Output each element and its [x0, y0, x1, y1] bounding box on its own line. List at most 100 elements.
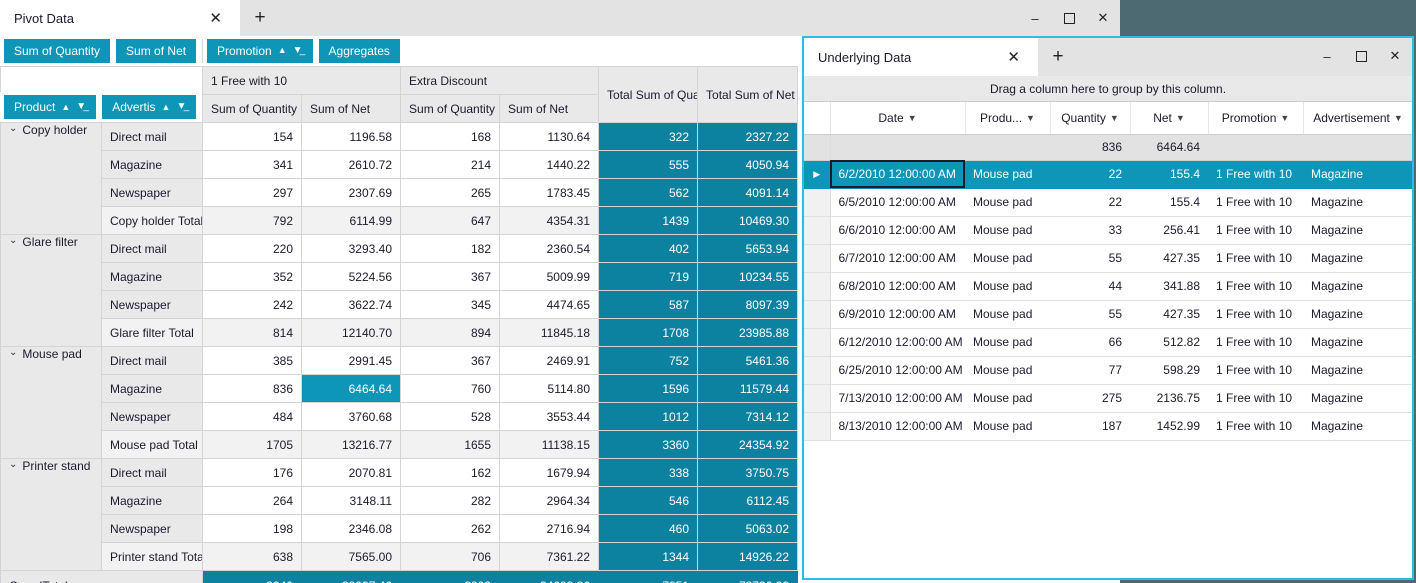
pivot-value-cell[interactable]: 198: [202, 514, 302, 543]
pivot-value-cell[interactable]: 3553.44: [499, 402, 600, 431]
cell-promotion[interactable]: 1 Free with 10: [1208, 384, 1303, 413]
chevron-down-icon[interactable]: ⌄: [9, 460, 17, 471]
table-row[interactable]: 6/7/2010 12:00:00 AM Mouse pad 55 427.35 1 F…: [804, 244, 1412, 273]
pivot-total-cell[interactable]: 587: [598, 290, 699, 319]
pivot-value-cell[interactable]: 2360.54: [499, 234, 600, 263]
pivot-value-cell[interactable]: 792: [202, 206, 302, 235]
cell-net[interactable]: 155.4: [1130, 160, 1208, 189]
cell-promotion[interactable]: 1 Free with 10: [1208, 356, 1303, 385]
field-button-aggregates[interactable]: Aggregates: [318, 38, 400, 63]
pivot-value-cell[interactable]: 7565.00: [300, 542, 402, 571]
row-indicator-arrow-icon[interactable]: [804, 272, 831, 301]
column-header-produ[interactable]: Produ... ▼: [965, 102, 1051, 135]
pivot-value-cell[interactable]: 6114.99: [300, 206, 402, 235]
pivot-total-cell[interactable]: 11579.44: [697, 374, 799, 403]
filter-icon[interactable]: ▼̲: [176, 102, 186, 112]
tab-underlying-data[interactable]: Underlying Data ✕: [804, 38, 1038, 76]
row-indicator-arrow-icon[interactable]: [804, 356, 831, 385]
chevron-down-icon[interactable]: ⌄: [9, 348, 17, 359]
pivot-row-label[interactable]: Magazine: [101, 486, 203, 515]
pivot-value-cell[interactable]: 3760.68: [300, 402, 402, 431]
cell-quantity[interactable]: 275: [1050, 384, 1130, 413]
pivot-value-cell[interactable]: 168: [400, 122, 501, 151]
pivot-value-cell[interactable]: 4474.65: [499, 290, 600, 319]
pivot-row[interactable]: ⌄ Glare filter Direct mail 220 3293.40 182 236…: [0, 234, 799, 347]
pivot-total-cell[interactable]: 5653.94: [697, 234, 799, 263]
pivot-grand-total-cell[interactable]: 3949: [202, 570, 302, 583]
cell-net[interactable]: 598.29: [1130, 356, 1208, 385]
row-indicator-arrow-icon[interactable]: [804, 188, 831, 217]
cell-advertisement[interactable]: Magazine: [1303, 216, 1412, 245]
cell-net[interactable]: 512.82: [1130, 328, 1208, 357]
filter-icon[interactable]: ▼: [1026, 113, 1035, 123]
cell-date[interactable]: 6/25/2010 12:00:00 AM: [830, 356, 965, 385]
pivot-value-cell[interactable]: 367: [400, 346, 501, 375]
pivot-total-cell[interactable]: 562: [598, 178, 699, 207]
column-group-1-free-with-10[interactable]: 1 Free with 10: [201, 66, 402, 95]
pivot-value-cell[interactable]: 214: [400, 150, 501, 179]
pivot-total-cell[interactable]: 322: [598, 122, 699, 151]
pivot-grand-total-cell[interactable]: 3902: [400, 570, 501, 583]
cell-promotion[interactable]: 1 Free with 10: [1208, 188, 1303, 217]
cell-advertisement[interactable]: Magazine: [1303, 160, 1412, 189]
pivot-total-cell[interactable]: 1708: [598, 318, 699, 347]
cell-date[interactable]: 8/13/2010 12:00:00 AM: [830, 412, 965, 441]
cell-promotion[interactable]: 1 Free with 10: [1208, 328, 1303, 357]
maximize-icon[interactable]: [1052, 0, 1086, 36]
cell-quantity[interactable]: 55: [1050, 244, 1130, 273]
pivot-value-cell[interactable]: 1440.22: [499, 150, 600, 179]
pivot-value-cell[interactable]: 2346.08: [300, 514, 402, 543]
pivot-row-label[interactable]: Glare filter Total: [101, 318, 203, 347]
pivot-row[interactable]: Magazine 341 2610.72 214 1440.22 555 4050.94: [1, 150, 799, 179]
pivot-row-label[interactable]: Direct mail: [101, 234, 203, 263]
cell-promotion[interactable]: 1 Free with 10: [1208, 272, 1303, 301]
table-row[interactable]: 6/5/2010 12:00:00 AM Mouse pad 22 155.4 1 Fr…: [804, 188, 1412, 217]
column-group-extra-discount[interactable]: Extra Discount: [400, 66, 600, 95]
pivot-value-cell[interactable]: 352: [202, 262, 302, 291]
pivot-total-cell[interactable]: 1012: [598, 402, 699, 431]
cell-net[interactable]: 427.35: [1130, 300, 1208, 329]
field-button-sum-of-quantity[interactable]: Sum of Quantity: [4, 38, 111, 63]
maximize-icon[interactable]: [1344, 38, 1378, 74]
pivot-value-cell[interactable]: 154: [202, 122, 302, 151]
filter-icon[interactable]: ▼: [1394, 113, 1403, 123]
pivot-total-cell[interactable]: 10469.30: [697, 206, 799, 235]
pivot-row[interactable]: Printer stand Total 638 7565.00 706 7361.22 1…: [1, 542, 799, 571]
cell-date[interactable]: 7/13/2010 12:00:00 AM: [830, 384, 965, 413]
pivot-total-cell[interactable]: 555: [598, 150, 699, 179]
cell-date[interactable]: 6/6/2010 12:00:00 AM: [830, 216, 965, 245]
pivot-total-cell[interactable]: 1344: [598, 542, 699, 571]
pivot-grand-total-row[interactable]: GrandTotal394939037.46390234698.86785173…: [0, 570, 799, 583]
pivot-total-cell[interactable]: 3360: [598, 430, 699, 459]
cell-advertisement[interactable]: Magazine: [1303, 356, 1412, 385]
pivot-value-cell[interactable]: 11138.15: [499, 430, 600, 459]
pivot-row[interactable]: Newspaper 242 3622.74 345 4474.65 587 8097.39: [1, 290, 799, 319]
pivot-grand-total-cell[interactable]: 73736.32: [697, 570, 799, 583]
pivot-value-cell[interactable]: 3293.40: [300, 234, 402, 263]
pivot-total-cell[interactable]: 1596: [598, 374, 699, 403]
pivot-value-cell[interactable]: 3622.74: [300, 290, 402, 319]
filter-icon[interactable]: ▼: [1176, 113, 1185, 123]
cell-product[interactable]: Mouse pad: [965, 244, 1050, 273]
pivot-value-cell[interactable]: 2307.69: [300, 178, 402, 207]
cell-advertisement[interactable]: Magazine: [1303, 384, 1412, 413]
subheader-sum-of-net-2[interactable]: Sum of Net: [499, 94, 600, 123]
cell-net[interactable]: 341.88: [1130, 272, 1208, 301]
row-indicator-arrow-icon[interactable]: [804, 216, 831, 245]
cell-product[interactable]: Mouse pad: [965, 188, 1050, 217]
cell-product[interactable]: Mouse pad: [965, 356, 1050, 385]
pivot-grand-total-cell[interactable]: 39037.46: [300, 570, 402, 583]
pivot-value-cell[interactable]: 3148.11: [300, 486, 402, 515]
field-button-promotion[interactable]: Promotion ▲ ▼̲: [207, 38, 313, 63]
pivot-total-cell[interactable]: 2327.22: [697, 122, 799, 151]
pivot-row-group-mouse-pad[interactable]: ⌄ Mouse pad: [0, 346, 102, 459]
pivot-value-cell[interactable]: 367: [400, 262, 501, 291]
pivot-row[interactable]: Magazine 264 3148.11 282 2964.34 546 6112.45: [1, 486, 799, 515]
row-indicator-arrow-icon[interactable]: ▶: [804, 160, 831, 189]
pivot-value-cell[interactable]: 341: [202, 150, 302, 179]
pivot-value-cell[interactable]: 1705: [202, 430, 302, 459]
group-by-panel[interactable]: Drag a column here to group by this colu…: [804, 76, 1412, 102]
pivot-value-cell[interactable]: 706: [400, 542, 501, 571]
pivot-value-cell[interactable]: 894: [400, 318, 501, 347]
cell-promotion[interactable]: 1 Free with 10: [1208, 412, 1303, 441]
